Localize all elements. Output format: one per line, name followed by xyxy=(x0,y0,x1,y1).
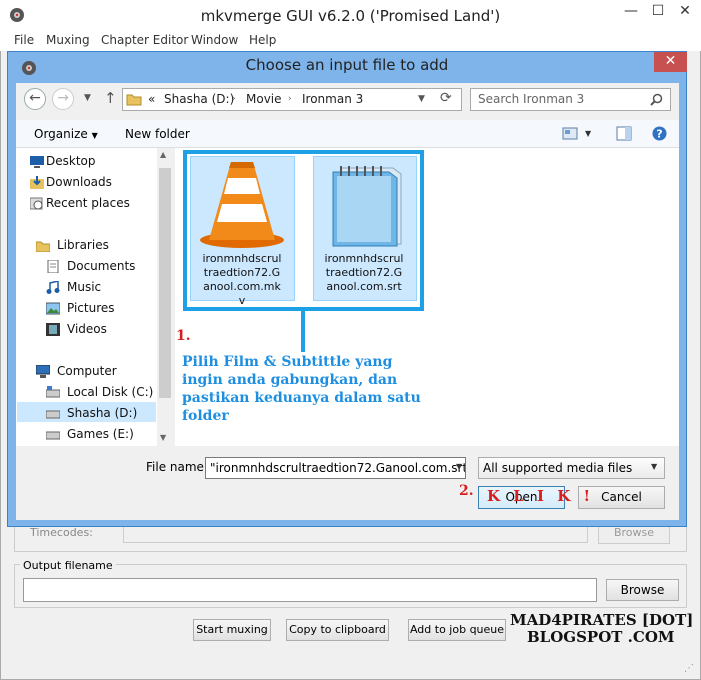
annotation-step1: 1. xyxy=(176,328,191,344)
nav-item-local-disk-c[interactable]: Local Disk (C:) xyxy=(67,385,153,399)
search-icon[interactable] xyxy=(650,93,663,106)
menu-help[interactable]: Help xyxy=(249,33,276,47)
drive-icon xyxy=(46,410,60,419)
videos-icon xyxy=(46,323,60,336)
nav-item-downloads[interactable]: Downloads xyxy=(46,175,112,189)
timecodes-label: Timecodes: xyxy=(30,526,93,539)
copy-to-clipboard-button[interactable]: Copy to clipboard xyxy=(286,619,389,641)
menu-file[interactable]: File xyxy=(14,33,34,47)
dialog-close-icon[interactable]: ✕ xyxy=(654,52,687,72)
watermark-line2: BLOGSPOT .COM xyxy=(527,628,675,646)
start-muxing-button[interactable]: Start muxing xyxy=(193,619,271,641)
menu-window[interactable]: Window xyxy=(191,33,238,47)
resize-grip-icon[interactable]: ⋰ xyxy=(684,663,698,677)
output-filename-label: Output filename xyxy=(20,559,116,572)
annotation-klik: K L I K ! xyxy=(487,487,595,505)
breadcrumb-separator-icon: › xyxy=(232,94,236,104)
nav-item-computer[interactable]: Computer xyxy=(57,364,117,378)
music-icon xyxy=(46,281,60,294)
annotation-connector-line xyxy=(301,310,305,352)
menu-muxing[interactable]: Muxing xyxy=(46,33,90,47)
drive-icon xyxy=(46,431,60,440)
search-placeholder: Search Ironman 3 xyxy=(478,92,585,106)
main-window-title: mkvmerge GUI v6.2.0 ('Promised Land') xyxy=(200,7,501,25)
annotation-step1-text: Pilih Film & Subtittle yang ingin anda g… xyxy=(182,354,421,424)
file-type-chevron-icon[interactable]: ▼ xyxy=(651,462,657,471)
recent-locations-chevron-icon[interactable]: ▼ xyxy=(84,93,91,103)
navigation-scroll-thumb[interactable] xyxy=(159,168,171,398)
file-name-input[interactable]: "ironmnhdscrultraedtion72.Ganool.com.srt… xyxy=(205,457,466,479)
dialog-title: Choose an input file to add xyxy=(245,56,449,74)
scroll-down-icon[interactable]: ▼ xyxy=(160,433,166,442)
new-folder-button[interactable]: New folder xyxy=(125,127,190,141)
preview-pane-icon[interactable] xyxy=(616,126,632,141)
nav-item-games-e[interactable]: Games (E:) xyxy=(67,427,134,441)
nav-item-documents[interactable]: Documents xyxy=(67,259,135,273)
watermark-line1: MAD4PIRATES [DOT] xyxy=(510,611,694,629)
breadcrumb-drive[interactable]: Shasha (D:) xyxy=(164,92,234,106)
output-filename-input[interactable] xyxy=(23,578,597,602)
mkvmerge-app-icon xyxy=(10,8,24,22)
computer-icon xyxy=(36,365,50,378)
breadcrumb-overflow[interactable]: « xyxy=(148,92,155,106)
back-arrow-icon[interactable]: ← xyxy=(24,88,46,110)
file-type-value: All supported media files xyxy=(483,461,633,475)
forward-arrow-icon[interactable]: → xyxy=(52,88,74,110)
change-view-icon[interactable] xyxy=(562,127,578,140)
nav-item-desktop[interactable]: Desktop xyxy=(46,154,96,168)
organize-label: Organize xyxy=(34,127,88,141)
nav-item-videos[interactable]: Videos xyxy=(67,322,107,336)
organize-chevron-icon: ▼ xyxy=(91,131,98,140)
nav-item-libraries[interactable]: Libraries xyxy=(57,238,109,252)
main-title-bar: mkvmerge GUI v6.2.0 ('Promised Land') xyxy=(0,0,701,31)
nav-item-pictures[interactable]: Pictures xyxy=(67,301,115,315)
menu-chapter-editor[interactable]: Chapter Editor xyxy=(101,33,188,47)
output-browse-button[interactable]: Browse xyxy=(606,579,679,601)
up-arrow-icon[interactable]: ↑ xyxy=(104,89,117,107)
help-icon[interactable]: ? xyxy=(652,126,667,141)
nav-item-music[interactable]: Music xyxy=(67,280,101,294)
breadcrumb-ironman3[interactable]: Ironman 3 xyxy=(302,92,363,106)
recent-places-icon xyxy=(30,197,43,210)
breadcrumb-separator-icon: › xyxy=(288,94,292,104)
breadcrumb-movie[interactable]: Movie xyxy=(246,92,282,106)
add-to-job-queue-button[interactable]: Add to job queue xyxy=(408,619,506,641)
address-dropdown-icon[interactable]: ▼ xyxy=(418,94,425,104)
libraries-icon xyxy=(36,241,50,252)
folder-icon xyxy=(126,94,142,106)
organize-button[interactable]: Organize ▼ xyxy=(34,127,98,141)
nav-item-recent-places[interactable]: Recent places xyxy=(46,196,130,210)
nav-item-shasha-d[interactable]: Shasha (D:) xyxy=(67,406,137,420)
command-toolbar xyxy=(16,120,679,148)
pictures-icon xyxy=(46,302,60,315)
desktop-icon xyxy=(30,156,44,168)
close-icon[interactable]: ✕ xyxy=(671,0,699,22)
refresh-icon[interactable]: ⟳ xyxy=(440,90,452,106)
annotation-highlight-box xyxy=(183,150,424,311)
file-type-select[interactable]: All supported media files xyxy=(478,457,665,479)
documents-icon xyxy=(47,260,59,273)
minimize-icon[interactable]: — xyxy=(617,0,645,22)
maximize-icon[interactable]: ☐ xyxy=(644,0,672,22)
scroll-up-icon[interactable]: ▲ xyxy=(160,150,166,159)
downloads-icon xyxy=(30,176,44,189)
local-disk-icon xyxy=(46,386,60,398)
view-options-chevron-icon[interactable]: ▼ xyxy=(585,129,591,138)
svg-text:?: ? xyxy=(656,128,662,141)
file-name-dropdown-icon[interactable]: ▼ xyxy=(456,462,462,471)
annotation-step2: 2. xyxy=(459,483,474,499)
file-name-label: File name: xyxy=(146,460,208,474)
